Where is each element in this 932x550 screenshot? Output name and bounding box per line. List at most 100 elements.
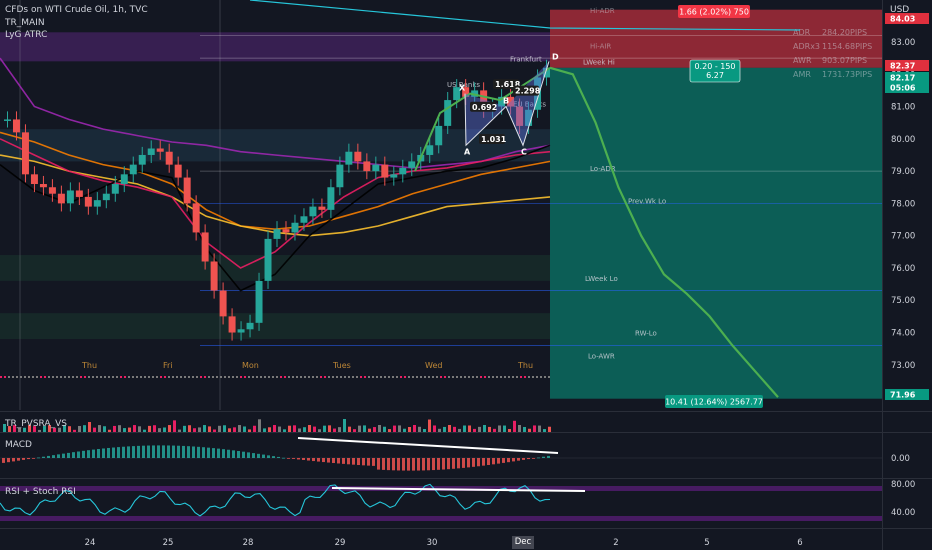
volume-bar bbox=[158, 428, 161, 432]
volume-bar bbox=[143, 429, 146, 432]
macd-histogram-bar bbox=[162, 445, 165, 458]
time-axis-tick: 6 bbox=[797, 538, 802, 548]
volume-bar bbox=[433, 425, 436, 432]
pattern-ratio-3: 2.298 bbox=[515, 87, 541, 96]
session-dot bbox=[280, 376, 282, 378]
pattern-ratio-0: 0.692 bbox=[472, 103, 497, 112]
macd-pane-label[interactable]: MACD bbox=[5, 440, 32, 450]
volume-bar bbox=[138, 426, 141, 432]
session-dot bbox=[188, 376, 190, 378]
session-dot bbox=[544, 376, 546, 378]
session-dot bbox=[80, 376, 82, 378]
session-dot bbox=[124, 376, 126, 378]
indicator-lyg-atrc-label[interactable]: LyG ATRC bbox=[5, 30, 47, 40]
volume-bar bbox=[538, 425, 541, 432]
volume-bar bbox=[68, 426, 71, 432]
candle-body bbox=[309, 206, 317, 217]
macd-histogram-bar bbox=[467, 458, 470, 468]
day-label: Fri bbox=[163, 361, 173, 370]
macd-histogram-bar bbox=[527, 458, 530, 460]
volume-bar bbox=[133, 425, 136, 432]
rsi-pane-label[interactable]: RSI + Stoch RSI bbox=[5, 487, 76, 497]
macd-histogram-bar bbox=[222, 449, 225, 458]
level-label-0: Hi-ADR bbox=[590, 7, 615, 15]
macd-histogram-bar bbox=[217, 448, 220, 458]
macd-histogram-bar bbox=[197, 446, 200, 458]
session-dot bbox=[160, 376, 162, 378]
candle-body bbox=[219, 290, 227, 317]
volume-bar bbox=[468, 425, 471, 432]
macd-histogram-bar bbox=[87, 450, 90, 458]
session-dot bbox=[4, 376, 6, 378]
volume-bar bbox=[118, 425, 121, 432]
candle-body bbox=[381, 164, 389, 178]
macd-histogram-bar bbox=[122, 446, 125, 458]
macd-histogram-bar bbox=[387, 458, 390, 471]
session-dot bbox=[504, 376, 506, 378]
session-dot bbox=[208, 376, 210, 378]
macd-histogram-bar bbox=[27, 458, 30, 460]
rsi-axis-tick: 80.00 bbox=[891, 480, 915, 490]
session-dot bbox=[456, 376, 458, 378]
candle-body bbox=[408, 161, 416, 168]
session-dot bbox=[156, 376, 158, 378]
session-dot bbox=[524, 376, 526, 378]
macd-histogram-bar bbox=[207, 447, 210, 458]
session-dot bbox=[372, 376, 374, 378]
stats-row-value: 903.07PIPS bbox=[822, 56, 867, 65]
volume-bar bbox=[243, 426, 246, 432]
volume-bar bbox=[203, 425, 206, 432]
session-dot bbox=[164, 376, 166, 378]
macd-histogram-bar bbox=[322, 458, 325, 463]
volume-bar bbox=[348, 426, 351, 432]
stats-row-value: 284.20PIPS bbox=[822, 28, 867, 37]
session-dot bbox=[412, 376, 414, 378]
session-dot bbox=[296, 376, 298, 378]
session-dot bbox=[192, 376, 194, 378]
volume-bar bbox=[283, 429, 286, 432]
session-dot bbox=[512, 376, 514, 378]
session-dot bbox=[540, 376, 542, 378]
entry-label-line1: 0.20 - 150 bbox=[694, 62, 735, 71]
session-dot bbox=[72, 376, 74, 378]
volume-pane-label[interactable]: TR_PVSRA_VS bbox=[5, 419, 67, 429]
chart-canvas[interactable]: 1.66 (2.02%) 750 0.20 - 1506.27 10.41 (12.… bbox=[0, 0, 932, 550]
macd-histogram-bar bbox=[247, 452, 250, 458]
volume-bar bbox=[98, 425, 101, 432]
macd-histogram-bar bbox=[237, 451, 240, 458]
price-tag: 82.37 bbox=[890, 62, 915, 71]
session-dot bbox=[92, 376, 94, 378]
session-dot bbox=[48, 376, 50, 378]
session-dot bbox=[508, 376, 510, 378]
candle-body bbox=[390, 174, 398, 178]
volume-bar bbox=[108, 429, 111, 432]
price-tag: 82.17 bbox=[890, 74, 915, 83]
volume-bar bbox=[508, 428, 511, 432]
volume-bar bbox=[438, 428, 441, 432]
volume-bar bbox=[123, 428, 126, 432]
session-dot bbox=[32, 376, 34, 378]
macd-histogram-bar bbox=[502, 458, 505, 463]
indicator-tr-main-label[interactable]: TR_MAIN bbox=[5, 18, 45, 28]
candle-body bbox=[444, 100, 452, 126]
rsi-axis-tick: 40.00 bbox=[891, 508, 915, 518]
candle-body bbox=[372, 164, 380, 172]
session-dot bbox=[440, 376, 442, 378]
session-dot bbox=[316, 376, 318, 378]
volume-bar bbox=[78, 425, 81, 432]
volume-bar bbox=[308, 425, 311, 432]
candle-body bbox=[138, 154, 146, 165]
macd-histogram-bar bbox=[307, 458, 310, 461]
session-dot bbox=[128, 376, 130, 378]
volume-bar bbox=[338, 427, 341, 432]
session-dot bbox=[168, 376, 170, 378]
volume-bar bbox=[398, 425, 401, 432]
session-dot bbox=[56, 376, 58, 378]
session-dot bbox=[452, 376, 454, 378]
symbol-title[interactable]: CFDs on WTI Crude Oil, 1h, TVC bbox=[5, 5, 148, 15]
session-dot bbox=[132, 376, 134, 378]
session-dot bbox=[324, 376, 326, 378]
candle-body bbox=[12, 119, 20, 133]
volume-bar bbox=[443, 426, 446, 432]
volume-bar bbox=[458, 428, 461, 432]
